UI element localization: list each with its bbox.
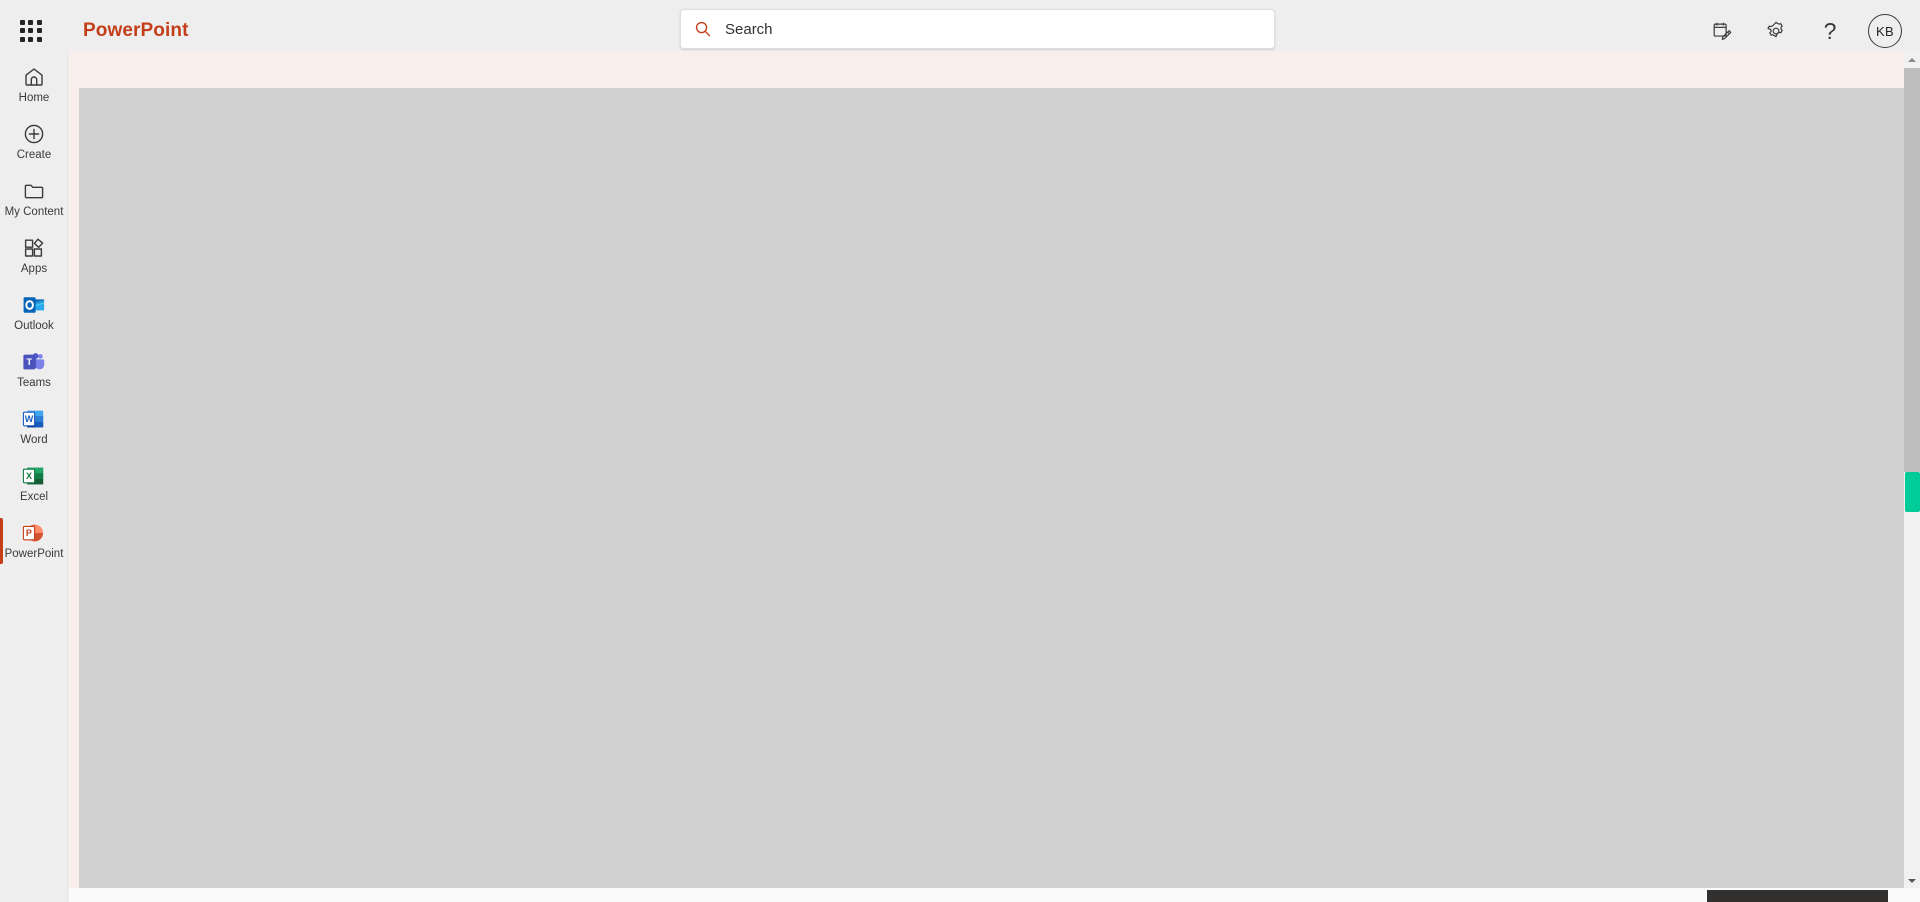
sidebar-item-label: Excel [19,490,49,503]
svg-text:T: T [26,355,32,366]
sidebar-item-label: PowerPoint [4,547,64,560]
sidebar-item-label: My Content [4,205,64,218]
vertical-scrollbar-accent-thumb[interactable] [1905,472,1920,512]
avatar[interactable]: KB [1868,14,1902,48]
search-input[interactable] [725,20,1274,38]
sidebar-item-label: Apps [20,262,48,275]
avatar-initials: KB [1876,23,1894,39]
left-navigation-rail: Home Create My Content Apps Outlook T Te… [0,50,68,902]
create-plus-icon [22,122,46,146]
horizontal-scrollbar-thumb[interactable] [1707,890,1888,902]
home-icon [22,65,46,89]
main-content-area [69,51,1920,902]
sidebar-item-apps[interactable]: Apps [0,227,67,284]
sidebar-item-home[interactable]: Home [0,56,67,113]
search-container [680,9,1275,49]
sidebar-item-teams[interactable]: T Teams [0,341,67,398]
presentation-surface[interactable] [79,88,1904,888]
svg-text:X: X [26,471,32,481]
vertical-scrollbar[interactable] [1904,51,1920,889]
sidebar-item-label: Home [18,91,50,104]
sidebar-item-excel[interactable]: X Excel [0,455,67,512]
app-brand-title[interactable]: PowerPoint [83,20,189,42]
teams-icon: T [22,350,46,374]
vertical-scrollbar-thumb[interactable] [1904,68,1920,472]
search-box[interactable] [680,9,1275,49]
sidebar-item-create[interactable]: Create [0,113,67,170]
chevron-down-icon[interactable] [1904,872,1920,889]
powerpoint-icon: P [22,521,46,545]
svg-text:W: W [25,414,34,424]
sidebar-item-word[interactable]: W Word [0,398,67,455]
waffle-grid-icon [20,20,42,42]
sidebar-item-powerpoint[interactable]: P PowerPoint [0,512,67,569]
notes-pencil-icon[interactable] [1702,11,1742,51]
sidebar-item-my-content[interactable]: My Content [0,170,67,227]
sidebar-item-label: Word [20,433,48,446]
chevron-up-icon[interactable] [1904,51,1920,68]
horizontal-scrollbar[interactable] [69,888,1920,902]
word-icon: W [22,407,46,431]
sidebar-item-outlook[interactable]: Outlook [0,284,67,341]
sidebar-item-label: Outlook [14,319,54,332]
sidebar-item-label: Create [16,148,52,161]
help-label: ? [1823,17,1837,44]
sidebar-item-label: Teams [17,376,51,389]
gear-icon[interactable] [1756,11,1796,51]
help-icon[interactable]: ? [1810,11,1850,51]
apps-grid-icon [22,236,46,260]
search-icon [681,10,725,48]
svg-text:P: P [26,528,32,538]
outlook-icon [22,293,46,317]
folder-icon [22,179,46,203]
excel-icon: X [22,464,46,488]
powerpoint-web-app: PowerPoint Search ? KB Home Create My Co… [0,0,1920,902]
